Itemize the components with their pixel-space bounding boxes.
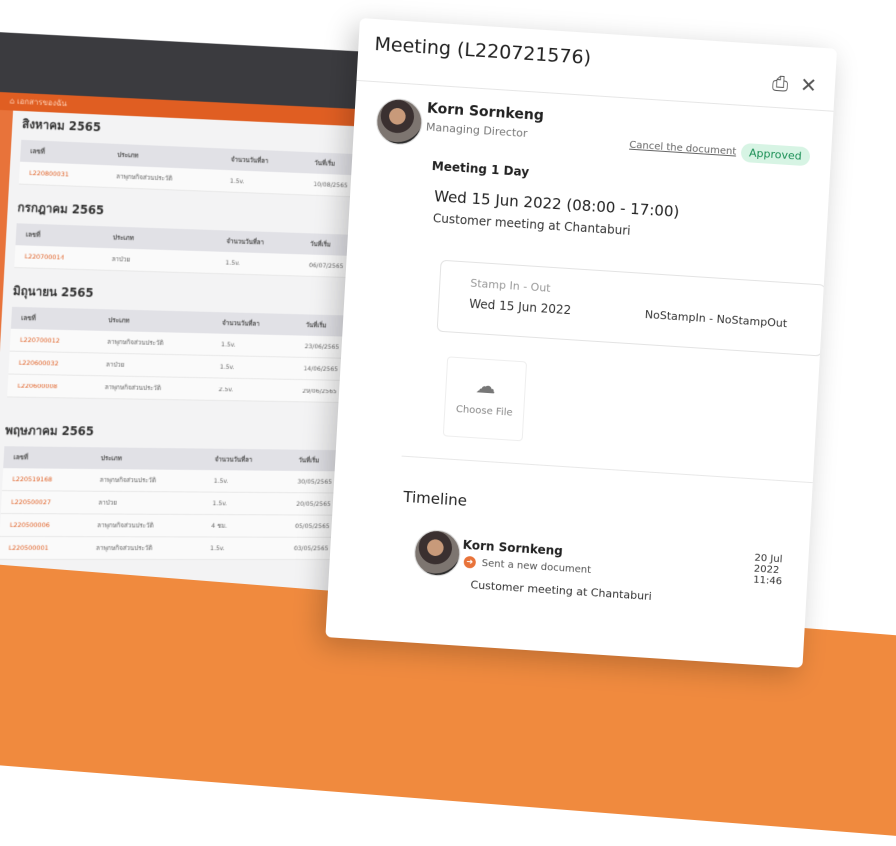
meeting-detail-modal: Meeting (L220721576) ⎙ ✕ Korn Sornkeng M… bbox=[325, 18, 838, 668]
table-cell[interactable]: L220519168 bbox=[2, 475, 100, 484]
table-cell[interactable]: L220500006 bbox=[0, 521, 97, 529]
cancel-document-link[interactable]: Cancel the document bbox=[629, 140, 737, 158]
table-cell: ลาพุกษกิจส่วนประวัติ bbox=[99, 475, 157, 485]
stamp-card: Stamp In - Out Wed 15 Jun 2022 NoStampIn… bbox=[436, 259, 826, 357]
section-divider bbox=[401, 455, 831, 485]
status-badge: Approved bbox=[740, 142, 811, 167]
timeline-name: Korn Sornkeng bbox=[462, 537, 564, 559]
requester-name: Korn Sornkeng bbox=[426, 100, 545, 125]
timeline-action: ➜ Sent a new document bbox=[463, 555, 592, 576]
table-cell: ลาพุกษกิจส่วนประวัติ bbox=[96, 521, 154, 530]
table-cell: 1.5v. bbox=[229, 176, 245, 186]
table-cell[interactable]: L220600032 bbox=[9, 359, 106, 369]
timeline-time: 20 Jul 2022 11:46 bbox=[752, 552, 783, 588]
table-row[interactable]: L220500027 ลาป่วย 1.5v. 20/05/2565 bbox=[0, 491, 362, 516]
table-cell: 2.5v. bbox=[218, 385, 234, 394]
requester-role: Managing Director bbox=[425, 120, 528, 141]
timeline-title: Timeline bbox=[402, 487, 468, 510]
month-title: พฤษภาคม 2565 bbox=[4, 423, 95, 439]
column-header: เลขที่ bbox=[30, 147, 46, 156]
modal-title: Meeting (L220721576) bbox=[373, 33, 592, 69]
column-header: ประเภท bbox=[112, 233, 135, 243]
close-icon[interactable]: ✕ bbox=[800, 73, 818, 98]
table-cell: ลาป่วย bbox=[111, 255, 131, 264]
requester-avatar bbox=[375, 97, 424, 147]
table-cell: ลาป่วย bbox=[105, 360, 125, 369]
table-cell: 1.5v. bbox=[219, 362, 235, 371]
choose-file-button[interactable]: ☁ Choose File bbox=[442, 356, 528, 442]
table-cell: 1.5v. bbox=[213, 476, 229, 485]
table-cell: 1.5v. bbox=[225, 258, 241, 267]
table-cell: ลาพุกษกิจส่วนประวัติ bbox=[115, 172, 173, 183]
table-row[interactable]: L220500006 ลาพุกษกิจส่วนประวัติ 4 ชม. 05/05… bbox=[0, 513, 360, 538]
stamp-label: Stamp In - Out bbox=[470, 276, 551, 295]
table-cell: ลาพุกษกิจส่วนประวัติ bbox=[95, 544, 153, 553]
table-cell[interactable]: L220700014 bbox=[15, 252, 112, 263]
column-header: ประเภท bbox=[117, 150, 139, 160]
table-row[interactable]: L220500001 ลาพุกษกิจส่วนประวัติ 1.5v. 03/05… bbox=[0, 536, 359, 560]
stamp-status: NoStampIn - NoStampOut bbox=[644, 308, 788, 331]
table-cell: 1.5v. bbox=[220, 340, 236, 349]
table-cell: ลาพุกษกิจส่วนประวัติ bbox=[106, 337, 164, 348]
column-header: ประเภท bbox=[100, 454, 123, 463]
meeting-type: Meeting 1 Day bbox=[431, 158, 530, 180]
table-cell[interactable]: L220600008 bbox=[8, 381, 105, 391]
column-header: จำนวนวันที่ลา bbox=[230, 155, 269, 165]
timeline-description: Customer meeting at Chantaburi bbox=[470, 578, 653, 603]
table-cell: 1.5v. bbox=[209, 544, 226, 553]
table-cell[interactable]: L220800031 bbox=[19, 169, 116, 181]
choose-file-label: Choose File bbox=[455, 403, 513, 419]
breadcrumb: ⌂ เอกสารของฉัน bbox=[9, 96, 68, 109]
column-header: ประเภท bbox=[108, 316, 130, 325]
table-cell: ลาพุกษกิจส่วนประวัติ bbox=[104, 383, 162, 393]
table-cell[interactable]: L220500001 bbox=[0, 544, 96, 552]
column-header: เลขที่ bbox=[25, 230, 41, 239]
arrow-right-icon: ➜ bbox=[463, 555, 477, 569]
table-cell: ลาป่วย bbox=[98, 498, 118, 507]
timeline-avatar bbox=[413, 528, 462, 578]
month-section: พฤษภาคม 2565 เลขที่ ประเภท จำนวนวันที่ลา วัน… bbox=[0, 421, 365, 560]
table-cell[interactable]: L220700012 bbox=[10, 336, 107, 346]
month-section: มิถุนายน 2565 เลขที่ ประเภท จำนวนวันที่ลา วั… bbox=[7, 282, 372, 404]
month-section: กรกฎาคม 2565 เลขที่ ประเภท จำนวนวันที่ลา วัน… bbox=[14, 198, 376, 279]
timeline-action-text: Sent a new document bbox=[481, 557, 592, 576]
table-row[interactable]: L220519168 ลาพุกษกิจส่วนประวัติ 1.5v. 30/05… bbox=[1, 468, 363, 494]
column-header: เลขที่ bbox=[21, 314, 37, 323]
column-header: จำนวนวันที่ลา bbox=[214, 455, 253, 464]
column-header: เลขที่ bbox=[13, 453, 29, 462]
table-cell: 1.5v. bbox=[212, 499, 228, 508]
column-header: จำนวนวันที่ลา bbox=[221, 319, 260, 328]
table-cell: 4 ชม. bbox=[211, 521, 228, 530]
cloud-upload-icon: ☁ bbox=[475, 373, 497, 399]
stamp-date: Wed 15 Jun 2022 bbox=[468, 296, 572, 318]
column-header: จำนวนวันที่ลา bbox=[226, 237, 265, 247]
printer-icon[interactable]: ⎙ bbox=[772, 71, 789, 96]
table-cell[interactable]: L220500027 bbox=[1, 498, 99, 507]
